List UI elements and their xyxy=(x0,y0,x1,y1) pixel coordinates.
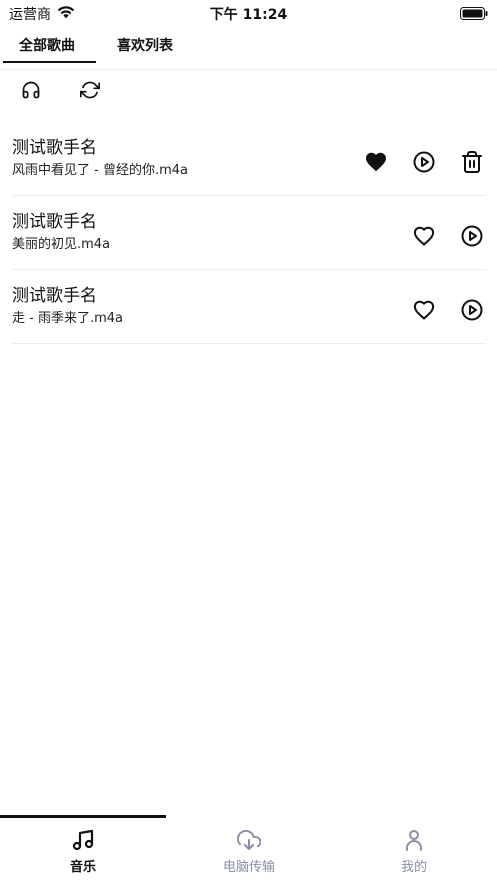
battery-icon xyxy=(460,5,488,20)
song-filename: 美丽的初见.m4a xyxy=(12,237,111,252)
nav-profile[interactable]: 我的 xyxy=(331,825,497,883)
clock: 下午 11:24 xyxy=(209,7,288,23)
play-button[interactable] xyxy=(460,298,484,322)
play-button[interactable] xyxy=(412,150,436,174)
heart-filled-icon xyxy=(366,152,386,172)
refresh-button[interactable] xyxy=(80,80,100,100)
nav-label: 电脑传输 xyxy=(222,860,275,875)
song-row[interactable]: 测试歌手名 美丽的初见.m4a xyxy=(12,196,486,270)
cloud-download-icon xyxy=(237,828,261,852)
nav-label: 音乐 xyxy=(69,860,96,875)
status-bar: 运营商 下午 11:24 xyxy=(0,0,497,26)
person-icon xyxy=(402,828,426,852)
song-artist: 测试歌手名 xyxy=(12,286,97,306)
top-tabs: 全部歌曲 喜欢列表 xyxy=(0,30,497,70)
tab-favorites[interactable]: 喜欢列表 xyxy=(117,35,173,55)
nav-music[interactable]: 音乐 xyxy=(0,825,166,883)
music-note-icon xyxy=(71,828,95,852)
song-artist: 测试歌手名 xyxy=(12,212,97,232)
play-circle-icon xyxy=(413,151,435,173)
song-filename: 风雨中看见了 - 曾经的你.m4a xyxy=(12,163,188,178)
song-row[interactable]: 测试歌手名 走 - 雨季来了.m4a xyxy=(12,270,486,344)
active-tab-indicator xyxy=(3,61,96,63)
play-button[interactable] xyxy=(460,224,484,248)
headphones-icon xyxy=(22,81,40,99)
play-circle-icon xyxy=(461,299,483,321)
favorite-button[interactable] xyxy=(412,298,436,322)
nav-pc-transfer[interactable]: 电脑传输 xyxy=(166,825,332,883)
heart-outline-icon xyxy=(413,300,435,320)
headphones-button[interactable] xyxy=(21,80,41,100)
favorite-button[interactable] xyxy=(364,150,388,174)
trash-icon xyxy=(462,151,482,173)
play-circle-icon xyxy=(461,225,483,247)
refresh-icon xyxy=(80,81,100,99)
favorite-button[interactable] xyxy=(412,224,436,248)
tab-all-songs[interactable]: 全部歌曲 xyxy=(19,35,75,55)
song-list: 测试歌手名 风雨中看见了 - 曾经的你.m4a 测试歌手名 美丽的初见.m4a … xyxy=(12,122,486,344)
song-filename: 走 - 雨季来了.m4a xyxy=(12,311,123,326)
bottom-nav: 音乐 电脑传输 我的 xyxy=(0,815,497,883)
nav-label: 我的 xyxy=(400,860,427,875)
song-row[interactable]: 测试歌手名 风雨中看见了 - 曾经的你.m4a xyxy=(12,122,486,196)
heart-outline-icon xyxy=(413,226,435,246)
song-artist: 测试歌手名 xyxy=(12,138,97,158)
delete-button[interactable] xyxy=(460,150,484,174)
active-nav-indicator xyxy=(0,815,166,818)
